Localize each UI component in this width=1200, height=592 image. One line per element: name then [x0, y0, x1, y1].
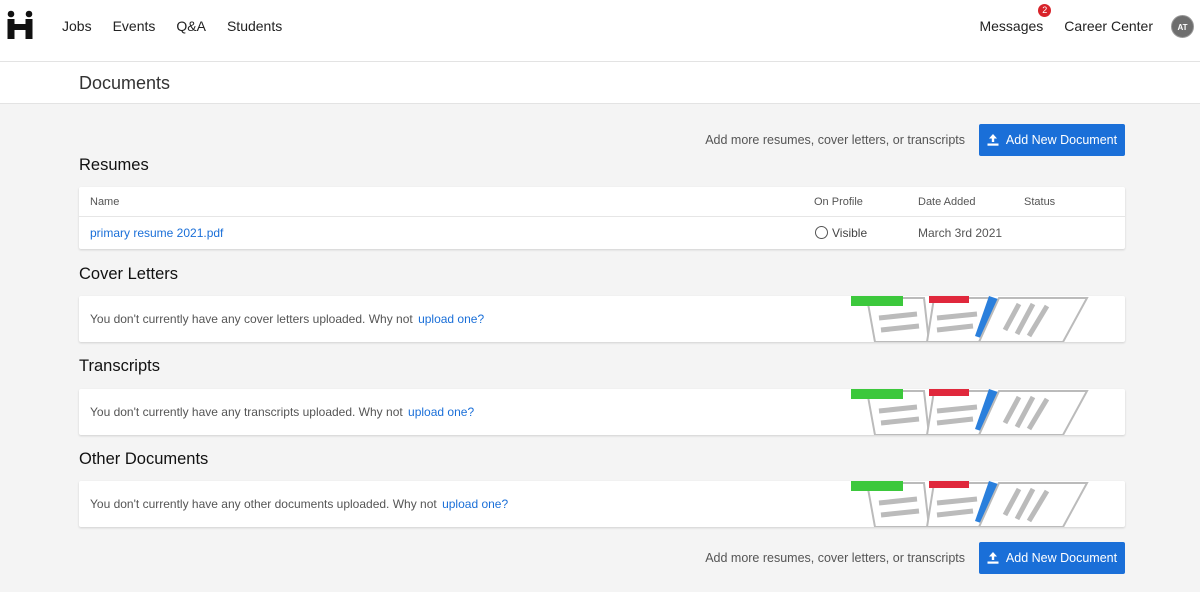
add-new-document-button[interactable]: Add New Document	[979, 542, 1125, 574]
upload-icon	[987, 552, 999, 564]
add-document-hint: Add more resumes, cover letters, or tran…	[705, 133, 965, 147]
other-documents-upload-link[interactable]: upload one?	[442, 497, 508, 511]
other-documents-empty-message: You don't currently have any other docum…	[90, 497, 508, 511]
other-documents-empty-text: You don't currently have any other docum…	[90, 497, 437, 511]
documents-illustration-icon	[851, 296, 1089, 342]
column-header-on-profile[interactable]: On Profile	[814, 196, 863, 208]
transcripts-title: Transcripts	[79, 357, 160, 375]
add-document-row-top: Add more resumes, cover letters, or tran…	[79, 124, 1125, 156]
resume-file-link[interactable]: primary resume 2021.pdf	[90, 226, 223, 240]
cover-letters-empty-text: You don't currently have any cover lette…	[90, 312, 413, 326]
transcripts-empty-text: You don't currently have any transcripts…	[90, 405, 403, 419]
transcripts-upload-link[interactable]: upload one?	[408, 405, 474, 419]
nav-right: Messages 2 Career Center AT	[979, 0, 1200, 52]
table-header: Name On Profile Date Added Status	[79, 187, 1125, 217]
nav-link-jobs[interactable]: Jobs	[62, 18, 92, 34]
messages-label: Messages	[979, 18, 1044, 34]
nav-links: Jobs Events Q&A Students	[62, 0, 303, 52]
column-header-status[interactable]: Status	[1024, 196, 1055, 208]
other-documents-title: Other Documents	[79, 450, 209, 468]
date-added-value: March 3rd 2021	[918, 226, 1003, 240]
page-title: Documents	[79, 73, 171, 93]
documents-illustration-icon	[851, 389, 1089, 435]
add-document-hint: Add more resumes, cover letters, or tran…	[705, 551, 965, 565]
avatar[interactable]: AT	[1171, 14, 1194, 38]
nav-link-qa[interactable]: Q&A	[176, 18, 206, 34]
add-new-document-button[interactable]: Add New Document	[979, 124, 1125, 156]
handshake-logo-icon[interactable]	[7, 10, 33, 40]
resumes-table: Name On Profile Date Added Status primar…	[79, 187, 1125, 249]
column-header-name[interactable]: Name	[90, 196, 119, 208]
documents-illustration-icon	[851, 481, 1089, 527]
messages-link[interactable]: Messages 2	[979, 4, 1052, 34]
cover-letters-upload-link[interactable]: upload one?	[418, 312, 484, 326]
add-new-document-label: Add New Document	[1005, 133, 1118, 147]
cover-letters-title: Cover Letters	[79, 265, 179, 283]
cover-letters-card: You don't currently have any cover lette…	[79, 296, 1125, 342]
page-header: Documents	[0, 62, 1200, 104]
nav-link-events[interactable]: Events	[113, 18, 156, 34]
column-header-date-added[interactable]: Date Added	[918, 196, 976, 208]
transcripts-card: You don't currently have any transcripts…	[79, 389, 1125, 435]
messages-count-badge: 2	[1038, 4, 1052, 17]
top-nav: Jobs Events Q&A Students Messages 2 Care…	[0, 0, 1200, 62]
nav-link-students[interactable]: Students	[227, 18, 282, 34]
visible-radio[interactable]	[815, 226, 828, 239]
cover-letters-empty-message: You don't currently have any cover lette…	[90, 312, 484, 326]
other-documents-card: You don't currently have any other docum…	[79, 481, 1125, 527]
table-row: primary resume 2021.pdf Visible March 3r…	[79, 217, 1125, 249]
on-profile-value: Visible	[832, 226, 868, 240]
upload-icon	[987, 134, 999, 146]
add-new-document-label: Add New Document	[1005, 551, 1118, 565]
transcripts-empty-message: You don't currently have any transcripts…	[90, 405, 474, 419]
resumes-title: Resumes	[79, 156, 149, 174]
add-document-row-bottom: Add more resumes, cover letters, or tran…	[79, 542, 1125, 574]
career-center-link[interactable]: Career Center	[1064, 18, 1153, 34]
